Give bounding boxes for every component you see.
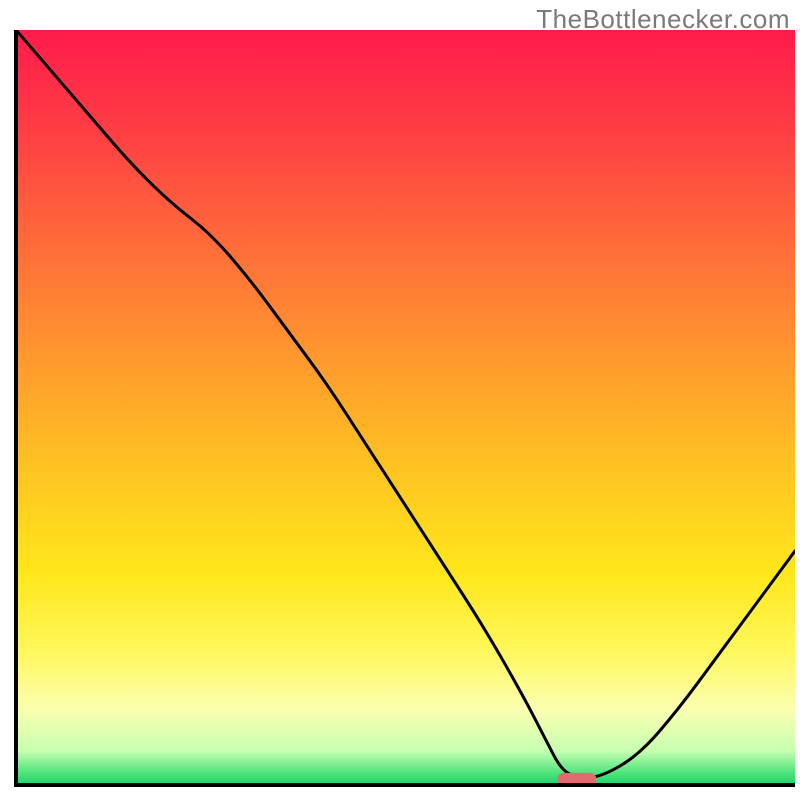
chart-stage: TheBottlenecker.com xyxy=(0,0,800,800)
gradient-background xyxy=(16,30,795,785)
bottleneck-chart xyxy=(0,0,800,800)
